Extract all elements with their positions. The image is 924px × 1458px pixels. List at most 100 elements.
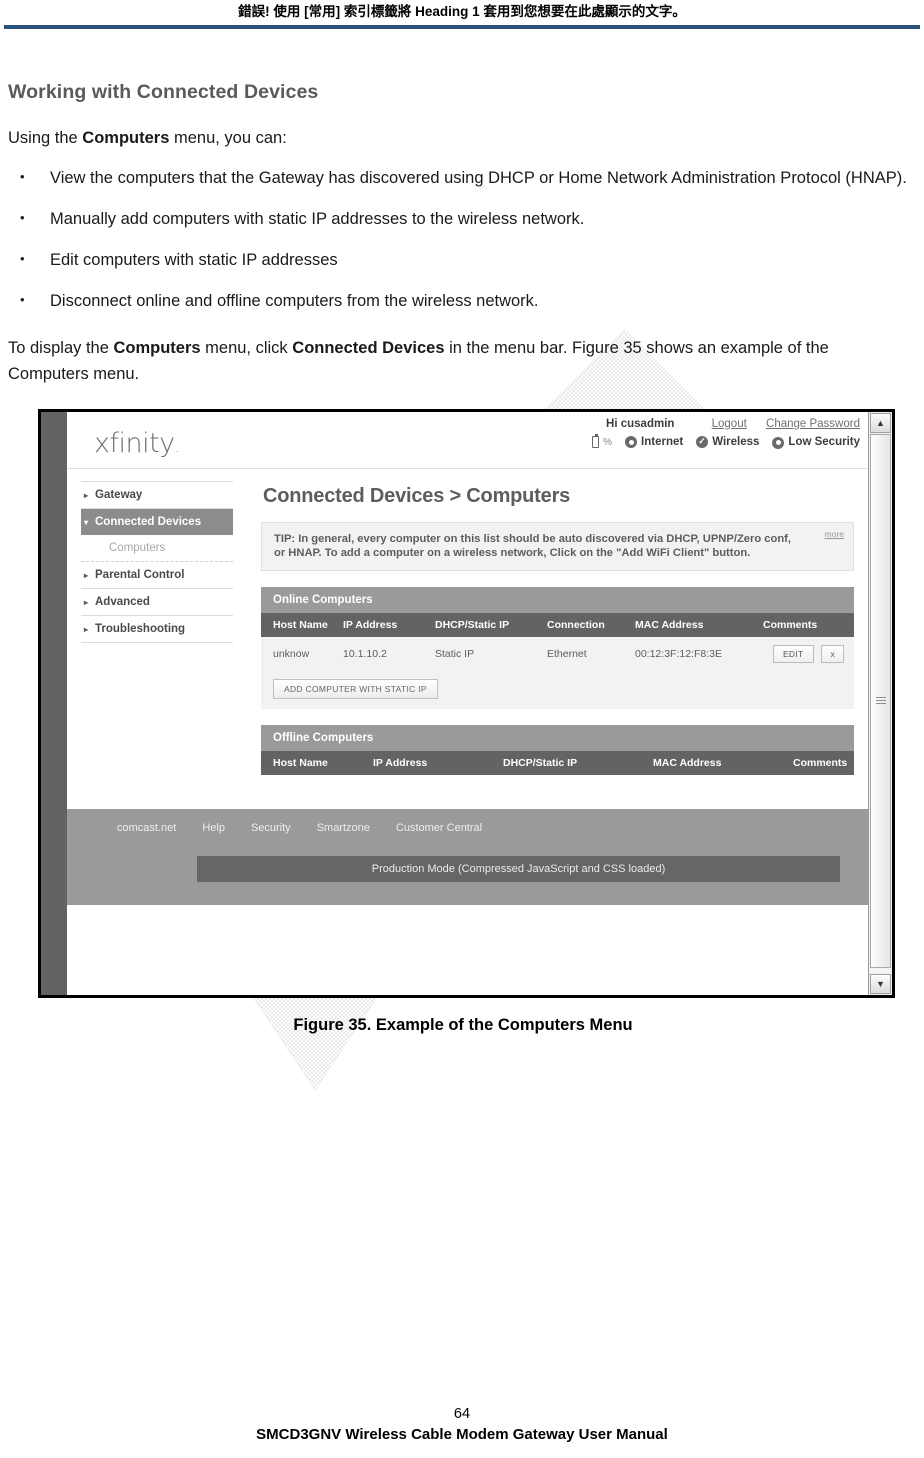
table-header-row: Host Name IP Address DHCP/Static IP MAC … — [261, 751, 854, 775]
xfinity-logo[interactable]: xfinity. — [94, 428, 180, 459]
figure-caption: Figure 35. Example of the Computers Menu — [293, 1016, 633, 1034]
online-computers-footer: ADD COMPUTER WITH STATIC IP — [261, 671, 854, 709]
embedded-screenshot: xfinity. Hi cusadmin Logout Change Passw… — [38, 409, 895, 998]
sidebar-item-label: Troubleshooting — [95, 623, 186, 635]
xfinity-logo-text: xfinity — [94, 428, 175, 459]
add-computer-with-static-ip-button[interactable]: ADD COMPUTER WITH STATIC IP — [273, 679, 438, 699]
column-host-name: Host Name — [261, 613, 343, 637]
chevron-right-icon: ▸ — [84, 491, 89, 500]
sidebar-subitem-computers[interactable]: Computers — [81, 535, 233, 562]
table-header-row: Host Name IP Address DHCP/Static IP Conn… — [261, 613, 854, 637]
online-computers-table: Host Name IP Address DHCP/Static IP Conn… — [261, 613, 854, 671]
cell-row-actions: EDIT x — [763, 637, 854, 671]
status-row: % Internet Wireless — [530, 434, 860, 449]
footer-link-list: comcast.net Help Security Smartzone Cust… — [67, 809, 868, 834]
app-body: ▸ Gateway ▾ Connected Devices Computers … — [67, 469, 868, 905]
sidebar-item-gateway[interactable]: ▸ Gateway — [81, 481, 233, 509]
sidebar-item-connected-devices[interactable]: ▾ Connected Devices — [81, 509, 233, 535]
edit-button[interactable]: EDIT — [772, 645, 814, 663]
status-badge-security[interactable]: Low Security — [772, 436, 860, 449]
column-comments: Comments — [793, 751, 854, 775]
page-title: Connected Devices > Computers — [263, 485, 571, 507]
document-header: 錯誤! 使用 [常用] 索引標籤將 Heading 1 套用到您想要在此處顯示的… — [0, 0, 924, 22]
column-mac-address: MAC Address — [635, 613, 763, 637]
intro-bold-term: Computers — [82, 129, 170, 147]
header-error-note: 錯誤! 使用 [常用] 索引標籤將 Heading 1 套用到您想要在此處顯示的… — [238, 4, 686, 19]
xfinity-logo-dot: . — [174, 437, 180, 456]
column-connection: Connection — [547, 613, 635, 637]
chevron-down-icon: ▾ — [84, 518, 89, 527]
app-topbar: xfinity. Hi cusadmin Logout Change Passw… — [67, 412, 868, 469]
chevron-right-icon: ▸ — [84, 598, 89, 607]
footer-link-help[interactable]: Help — [202, 822, 225, 834]
table-row: unknow 10.1.10.2 Static IP Ethernet 00:1… — [261, 637, 854, 671]
offline-computers-panel: Offline Computers Host Name IP Address D… — [261, 725, 854, 775]
cell-ip-address: 10.1.10.2 — [343, 637, 435, 671]
sidebar-item-label: Parental Control — [95, 569, 185, 581]
security-status-label: Low Security — [788, 436, 860, 448]
tip-more-link[interactable]: more — [825, 529, 844, 539]
tip-text: TIP: In general, every computer on this … — [274, 533, 792, 559]
delete-button[interactable]: x — [821, 645, 844, 663]
lead-in-part-2: menu, click — [200, 339, 293, 357]
wireless-status-label: Wireless — [712, 436, 760, 448]
cell-dhcp-static-ip: Static IP — [435, 637, 547, 671]
column-mac-address: MAC Address — [653, 751, 793, 775]
scrollbar-thumb[interactable] — [870, 434, 891, 968]
capability-bullet-list: View the computers that the Gateway has … — [8, 165, 918, 313]
sidebar-item-label: Gateway — [95, 489, 143, 501]
account-row: Hi cusadmin Logout Change Password — [530, 418, 860, 430]
vertical-scrollbar[interactable]: ▲ ▼ — [868, 412, 892, 995]
figure-container: xfinity. Hi cusadmin Logout Change Passw… — [8, 409, 918, 1035]
column-comments: Comments — [763, 613, 854, 637]
lead-in-part-1: To display the — [8, 339, 114, 357]
list-item: Manually add computers with static IP ad… — [8, 206, 918, 231]
chevron-right-icon: ▸ — [84, 571, 89, 580]
scroll-down-button[interactable]: ▼ — [870, 974, 891, 994]
cell-host-name: unknow — [261, 637, 343, 671]
page-content: Working with Connected Devices Using the… — [0, 81, 924, 1035]
change-password-link[interactable]: Change Password — [766, 418, 860, 430]
battery-status: % — [592, 434, 612, 448]
sidebar-item-troubleshooting[interactable]: ▸ Troubleshooting — [81, 616, 233, 643]
scroll-up-button[interactable]: ▲ — [870, 413, 891, 433]
chevron-right-icon: ▸ — [84, 625, 89, 634]
page-footer: 64 SMCD3GNV Wireless Cable Modem Gateway… — [0, 1404, 924, 1446]
status-badge-wireless[interactable]: Wireless — [696, 435, 760, 448]
footer-link-smartzone[interactable]: Smartzone — [317, 822, 370, 834]
gateway-web-app: xfinity. Hi cusadmin Logout Change Passw… — [67, 412, 868, 995]
header-divider-rule — [4, 25, 920, 29]
production-mode-banner: Production Mode (Compressed JavaScript a… — [197, 856, 840, 882]
sidebar-item-label: Connected Devices — [95, 516, 202, 528]
greeting-text: Hi cusadmin — [606, 418, 675, 430]
section-title: Working with Connected Devices — [8, 81, 319, 103]
security-status-icon — [772, 436, 785, 449]
offline-computers-title: Offline Computers — [261, 725, 854, 751]
sidebar-item-parental-control[interactable]: ▸ Parental Control — [81, 562, 233, 589]
chevron-up-icon: ▲ — [876, 417, 885, 428]
column-ip-address: IP Address — [343, 613, 435, 637]
footer-link-security[interactable]: Security — [251, 822, 291, 834]
list-item: Edit computers with static IP addresses — [8, 247, 918, 272]
lead-in-bold-connected-devices: Connected Devices — [292, 339, 445, 357]
figure-lead-in-paragraph: To display the Computers menu, click Con… — [8, 335, 888, 387]
list-item: View the computers that the Gateway has … — [8, 165, 918, 190]
status-badge-internet[interactable]: Internet — [625, 436, 683, 448]
manual-title: SMCD3GNV Wireless Cable Modem Gateway Us… — [256, 1426, 668, 1443]
battery-icon — [592, 434, 600, 448]
internet-status-icon — [625, 436, 638, 448]
column-dhcp-static-ip: DHCP/Static IP — [435, 613, 547, 637]
sidebar-item-advanced[interactable]: ▸ Advanced — [81, 589, 233, 616]
footer-link-comcast-net[interactable]: comcast.net — [117, 822, 176, 834]
lead-in-bold-computers: Computers — [113, 339, 201, 357]
sidebar-item-label: Advanced — [95, 596, 150, 608]
scrollbar-grip-icon — [876, 697, 886, 705]
screenshot-left-margin — [41, 412, 67, 995]
chevron-down-icon: ▼ — [876, 978, 885, 989]
logout-link[interactable]: Logout — [712, 418, 747, 430]
column-dhcp-static-ip: DHCP/Static IP — [503, 751, 653, 775]
topbar-right-group: Hi cusadmin Logout Change Password % Int… — [530, 418, 860, 449]
cell-mac-address: 00:12:3F:12:F8:3E — [635, 637, 763, 671]
internet-status-label: Internet — [641, 436, 684, 448]
footer-link-customer-central[interactable]: Customer Central — [396, 822, 482, 834]
